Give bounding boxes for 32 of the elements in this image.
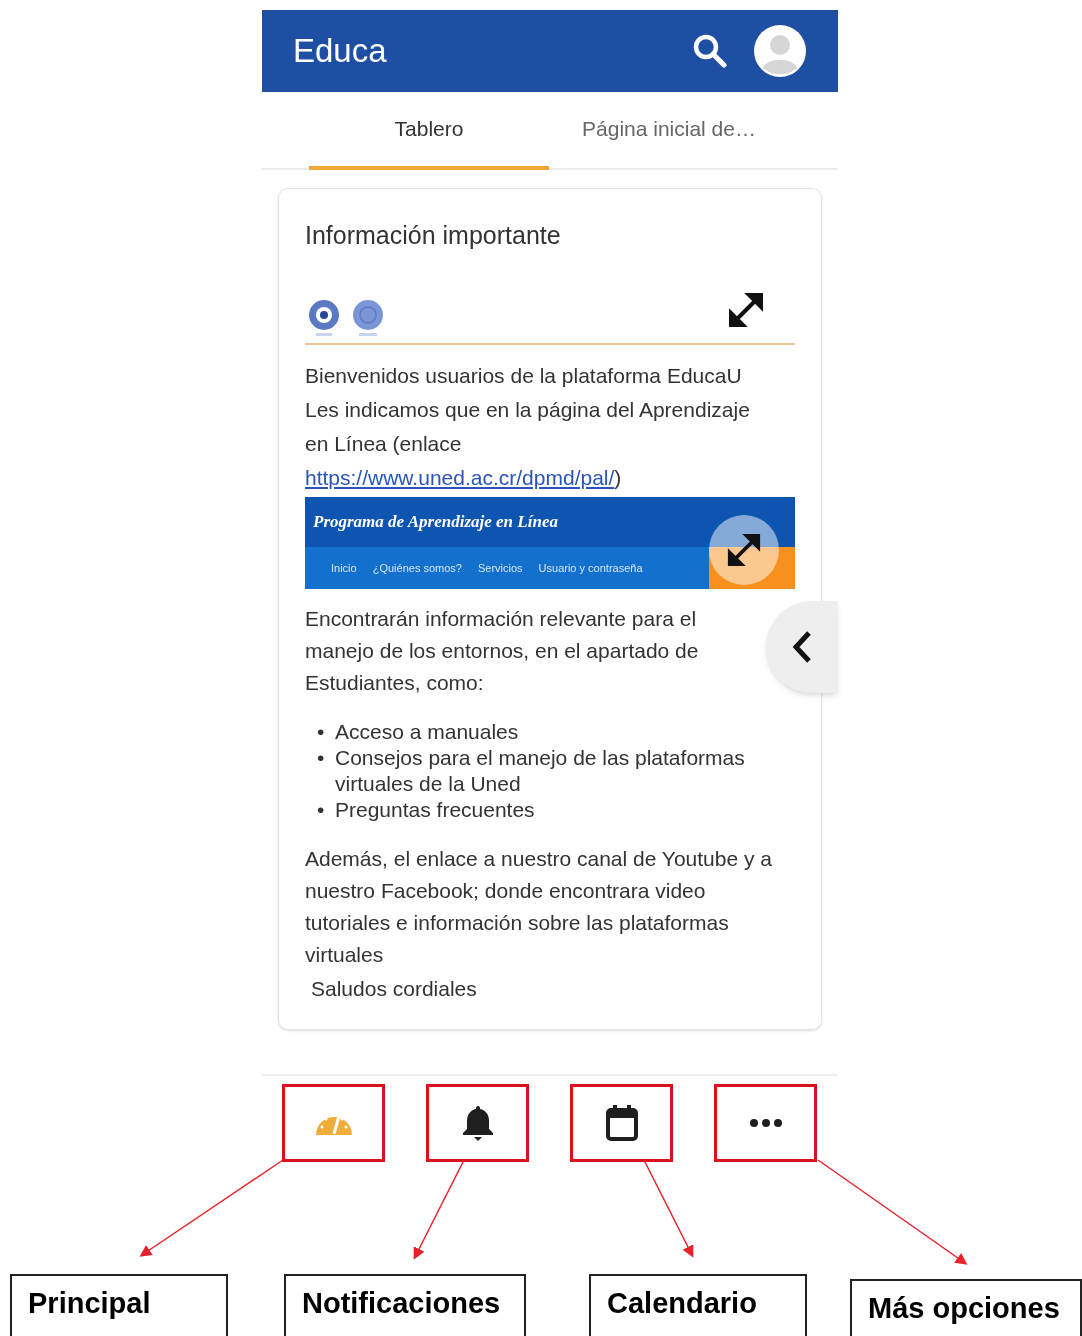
expand-icon xyxy=(727,291,765,329)
signature-text: Saludos cordiales xyxy=(311,976,478,1002)
banner-menu-item[interactable]: ¿Quiénes somos? xyxy=(364,559,470,577)
annotation-label: Notificaciones xyxy=(284,1274,526,1336)
search-icon[interactable] xyxy=(693,34,727,68)
app-title: Educa xyxy=(293,31,387,72)
banner-title: Programa de Aprendizaje en Línea xyxy=(313,511,558,534)
intro-text: Les indicamos que en la página del Aprendizaje en Línea (enlace https://www.uned.ac.cr/dpmd/pal/) xyxy=(305,397,751,491)
body-text: Además, el enlace a nuestro canal de Youtube y a nuestro Facebook; donde encontrara video tutoriales e información sobre las plataformas virtuales xyxy=(305,846,773,968)
banner-menu-item[interactable]: Inicio xyxy=(323,559,365,577)
nav-button[interactable] xyxy=(570,1084,673,1162)
intro-text: Bienvenidos usuarios de la plataforma EducaU xyxy=(305,363,743,389)
body-text: Encontrarán información relevante para el manejo de los entornos, en el apartado de Estudiantes, como: xyxy=(305,606,700,696)
tab[interactable]: Tablero xyxy=(309,92,549,170)
annotation-label: Principal xyxy=(10,1274,228,1336)
nav-button[interactable] xyxy=(426,1084,529,1162)
bullet-item: • Consejos para el manejo de las plataformas virtuales de la Uned xyxy=(317,745,746,797)
banner-menu-item[interactable]: Usuario y contraseña xyxy=(530,559,651,577)
tab[interactable]: Página inicial de… xyxy=(549,92,789,170)
drawer-toggle-button[interactable] xyxy=(766,601,838,693)
chevron-left-icon xyxy=(791,630,813,664)
emblem-icon xyxy=(307,299,341,337)
banner-menu-item[interactable]: Servicios xyxy=(469,559,531,577)
bullet-item: • Preguntas frecuentes xyxy=(317,797,536,823)
annotation-label: Calendario xyxy=(589,1274,807,1336)
expand-icon xyxy=(726,532,762,568)
card-title: Información importante xyxy=(305,220,562,251)
annotation-label: Más opciones xyxy=(850,1279,1082,1336)
bullet-item: • Acceso a manuales xyxy=(317,719,520,745)
page-link[interactable]: https://www.uned.ac.cr/dpmd/pal/ xyxy=(305,466,615,489)
avatar-icon[interactable] xyxy=(753,24,807,78)
emblem-icon xyxy=(351,299,385,337)
